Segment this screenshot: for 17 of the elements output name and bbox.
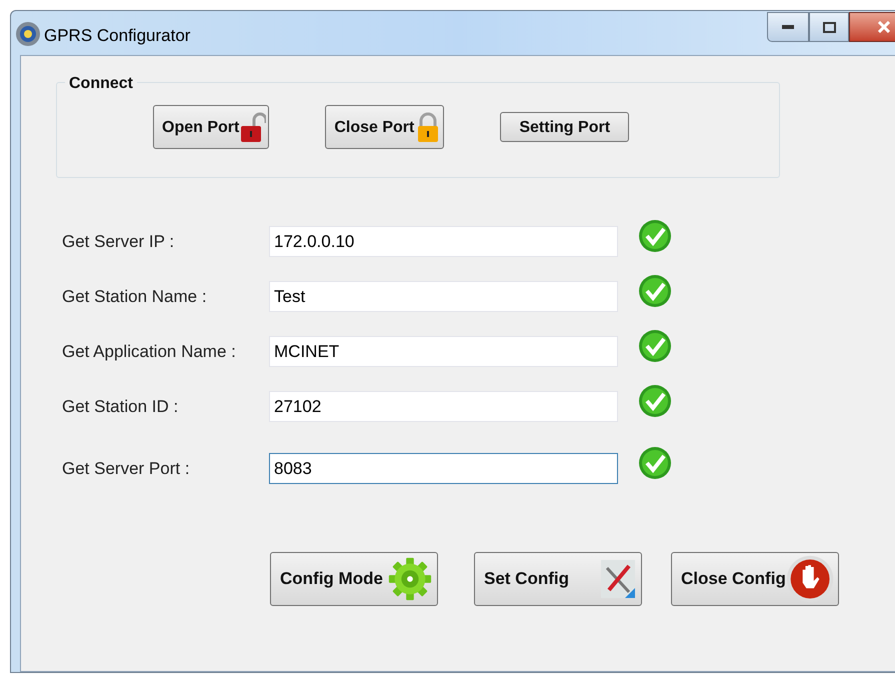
port-button[interactable]: Close Port: [325, 105, 444, 149]
port-button[interactable]: Open Port: [153, 105, 270, 149]
field-label: Get Server IP :: [62, 230, 176, 253]
field-label: Get Server Port :: [62, 458, 191, 480]
field-label: Get Station Name :: [62, 286, 208, 308]
config-button[interactable]: Set Config: [474, 552, 642, 606]
field-label: Get Station ID :: [62, 396, 180, 418]
field-label: Get Application Name :: [62, 340, 237, 363]
config-button[interactable]: Close Config: [671, 552, 839, 606]
config-button[interactable]: Config Mode: [270, 552, 438, 606]
text-field[interactable]: 27102: [269, 391, 618, 422]
text-field[interactable]: 8083: [269, 453, 618, 484]
setting-port-button[interactable]: Setting Port: [500, 112, 630, 142]
text-field[interactable]: 172.0.0.10: [269, 226, 618, 257]
text-field[interactable]: MCINET: [269, 336, 618, 367]
text-field[interactable]: Test: [269, 281, 618, 312]
window-title: GPRS Configurator: [44, 25, 190, 47]
